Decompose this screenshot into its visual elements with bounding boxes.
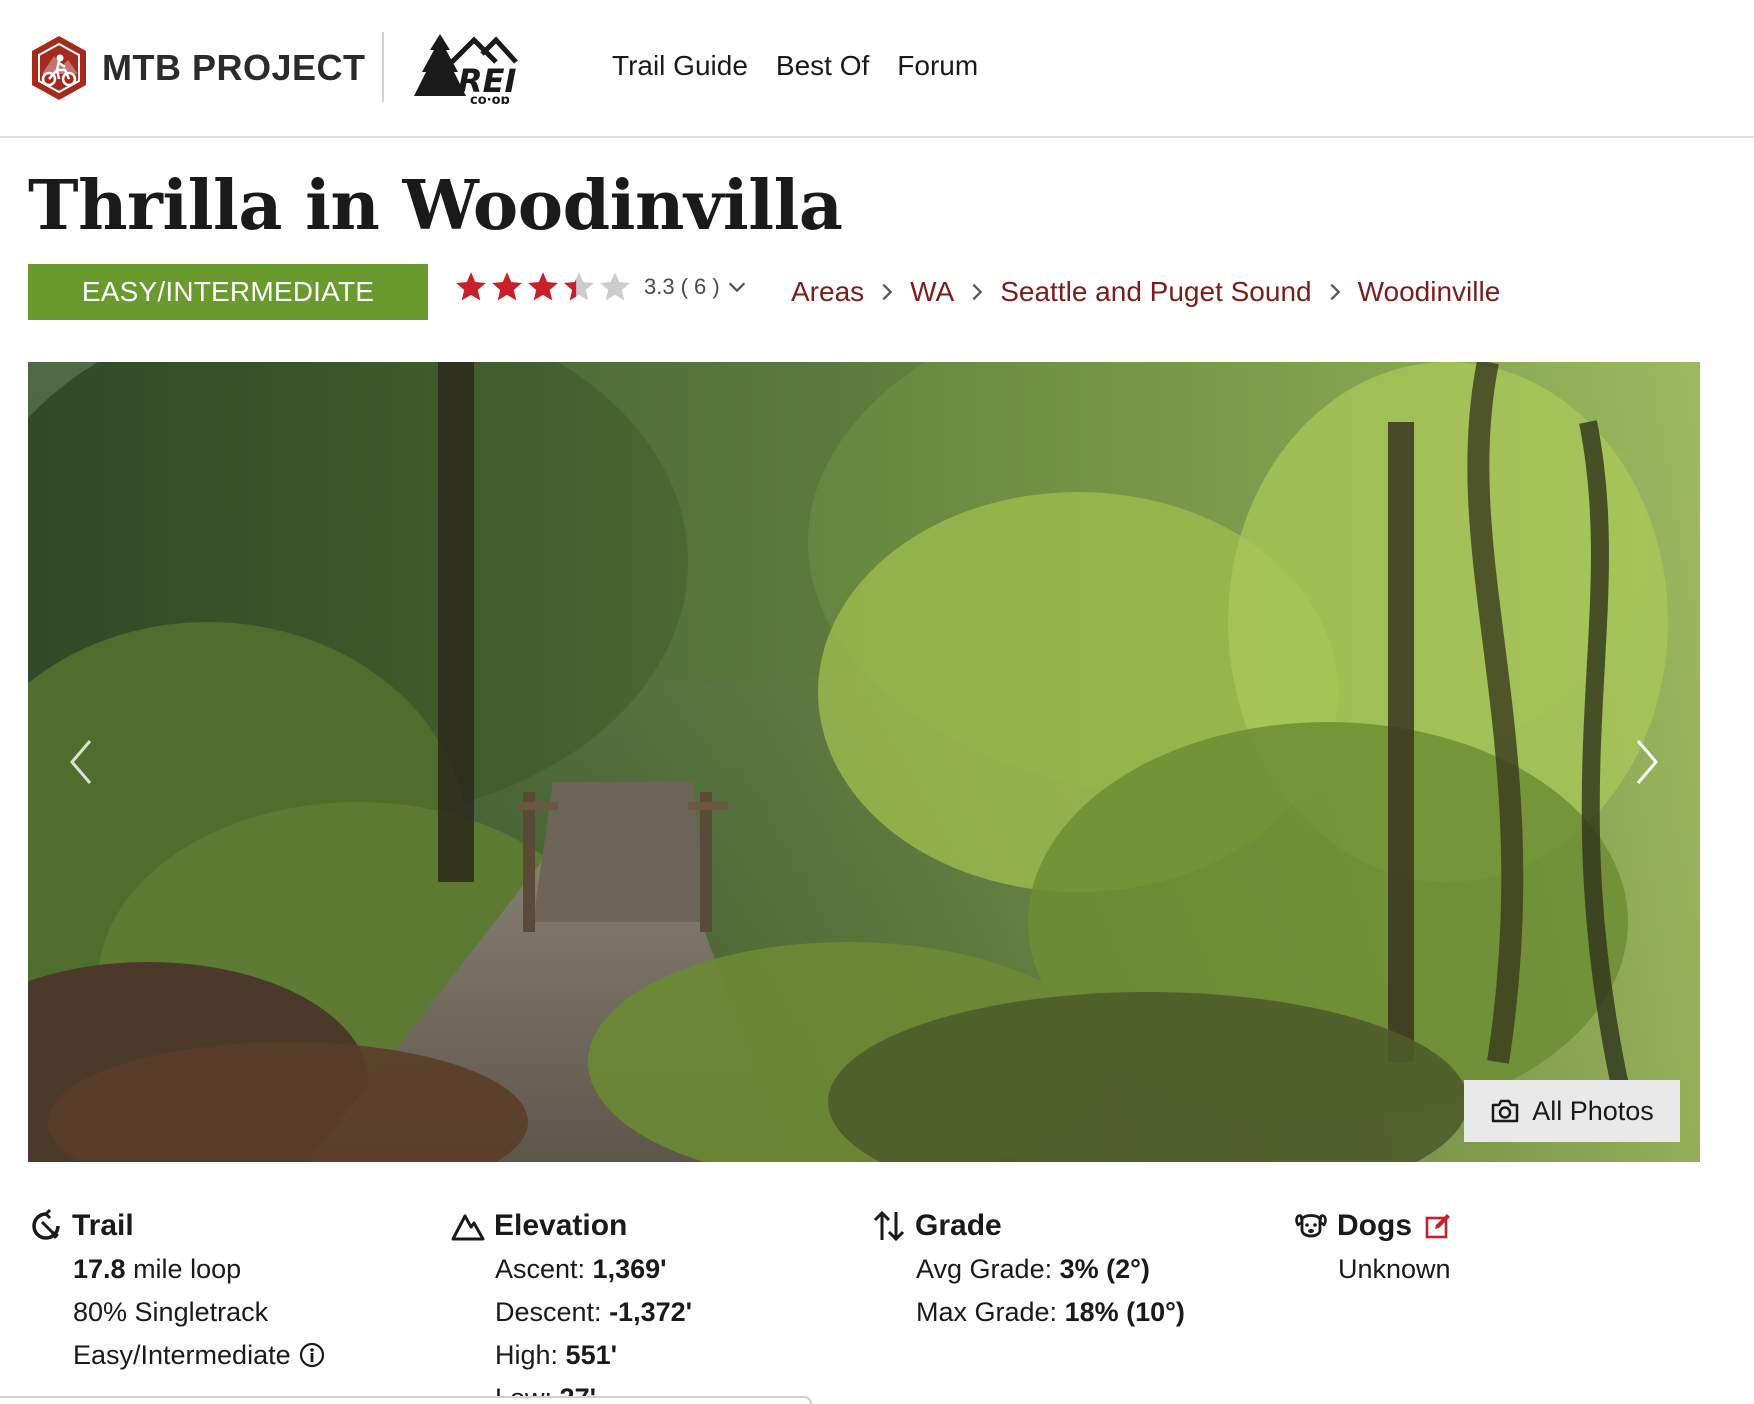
camera-icon [1491,1099,1519,1123]
elevation-stats: Elevation Ascent: 1,369' Descent: -1,372… [450,1204,692,1404]
breadcrumb: Areas WA Seattle and Puget Sound Woodinv… [791,276,1500,308]
dogs-value: Unknown [1338,1254,1451,1284]
chevron-down-icon[interactable] [726,276,748,298]
svg-text:co·op: co·op [470,93,510,104]
breadcrumb-seattle-puget-sound[interactable]: Seattle and Puget Sound [1000,276,1311,308]
trail-loop-icon [32,1208,60,1240]
elevation-ascent: Ascent: 1,369' [495,1254,667,1284]
header-divider [382,32,384,102]
star-full-icon [528,272,558,301]
breadcrumb-wa[interactable]: WA [910,276,954,308]
chevron-right-icon [1636,740,1658,784]
grade-stats: Grade Avg Grade: 3% (2°) Max Grade: 18% … [871,1204,1185,1334]
rating-score: 3.3 [644,274,675,299]
page-title: Thrilla in Woodinvilla [28,166,843,246]
trail-length: 17.8 mile loop [73,1254,242,1284]
breadcrumb-woodinville[interactable]: Woodinville [1358,276,1501,308]
dogs-stats: Dogs Unknown [1293,1204,1452,1291]
star-rating [454,270,634,304]
chevron-right-icon [972,283,983,301]
bottom-overlay-panel [0,1396,812,1404]
all-photos-label: All Photos [1532,1095,1654,1126]
star-full-icon [456,272,486,301]
trail-stats: Trail 17.8 mile loop 80% Singletrack Eas… [28,1204,325,1377]
brand-name: MTB PROJECT [102,47,366,88]
dog-icon [1295,1214,1327,1238]
breadcrumb-areas[interactable]: Areas [791,276,864,308]
mtb-project-logo-link[interactable]: MTB PROJECT [28,34,366,102]
info-icon[interactable] [299,1342,325,1368]
nav-forum[interactable]: Forum [897,50,978,82]
chevron-right-icon [1330,283,1340,301]
trail-photo [28,362,1700,1162]
site-header: MTB PROJECT REI co·op Trail Guide Best O… [0,0,1754,138]
chevron-left-icon [70,740,92,784]
rei-coop-logo-icon[interactable]: REI co·op [412,34,524,104]
star-partial-icon [564,272,594,301]
carousel-next-button[interactable] [1622,722,1672,802]
star-full-icon [492,272,522,301]
elevation-stats-title: Elevation [494,1209,628,1242]
grade-average: Avg Grade: 3% (2°) [916,1254,1150,1284]
all-photos-button[interactable]: All Photos [1464,1080,1680,1142]
grade-max: Max Grade: 18% (10°) [916,1297,1185,1327]
trail-singletrack: 80% Singletrack [73,1297,269,1327]
carousel-prev-button[interactable] [56,722,106,802]
star-empty-icon [600,272,630,301]
elevation-descent: Descent: -1,372' [495,1297,693,1327]
rating-count: ( 6 ) [680,274,720,299]
main-nav: Trail Guide Best Of Forum [612,50,978,82]
mountain-icon [451,1214,485,1241]
trail-photo-carousel[interactable]: All Photos [28,362,1700,1162]
nav-best-of[interactable]: Best Of [776,50,869,82]
dogs-stats-title: Dogs [1337,1209,1412,1242]
edit-icon[interactable] [1424,1212,1452,1240]
chevron-right-icon [882,283,893,301]
trail-stats-title: Trail [72,1209,134,1242]
difficulty-badge: EASY/INTERMEDIATE [28,264,428,320]
elevation-high: High: 551' [495,1340,618,1370]
grade-stats-title: Grade [915,1209,1002,1242]
rating-widget[interactable]: 3.3 ( 6 ) [454,270,748,304]
trail-difficulty: Easy/Intermediate [73,1334,325,1377]
mtb-project-logo-icon [32,36,86,100]
up-down-arrows-icon [873,1210,905,1242]
nav-trail-guide[interactable]: Trail Guide [612,50,748,82]
